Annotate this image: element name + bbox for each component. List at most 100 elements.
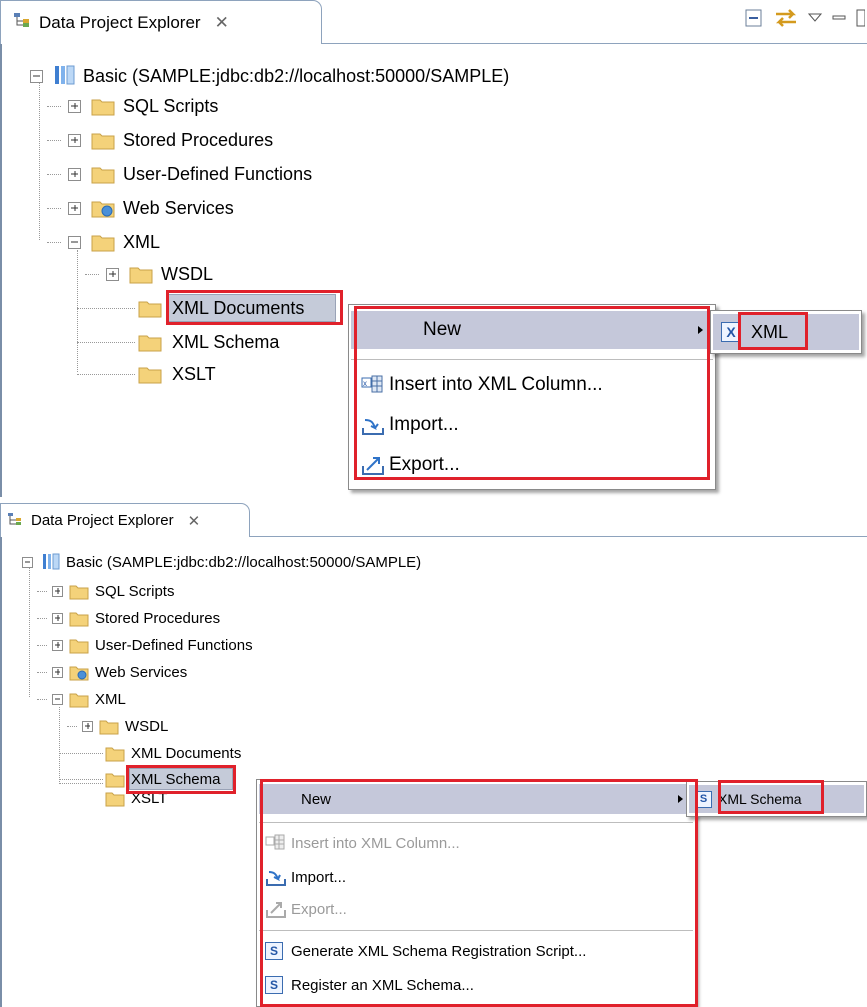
- expand-toggle[interactable]: [52, 666, 63, 678]
- tree-item-stored-procedures[interactable]: Stored Procedures: [52, 607, 220, 629]
- web-services-folder-icon: [91, 201, 115, 218]
- tree-item-user-defined-functions[interactable]: User-Defined Functions: [68, 160, 312, 188]
- submenu-item-xml-schema[interactable]: S XML Schema: [689, 785, 864, 813]
- tree-item-web-services[interactable]: Web Services: [52, 661, 187, 683]
- root-label: Basic (SAMPLE:jdbc:db2://localhost:50000…: [83, 65, 510, 86]
- tree-root[interactable]: Basic (SAMPLE:jdbc:db2://localhost:50000…: [22, 551, 421, 573]
- insert-xml-icon: [265, 834, 285, 850]
- folder-icon: [105, 773, 125, 787]
- folder-icon: [69, 693, 89, 707]
- tree-item-xslt[interactable]: XSLT: [138, 360, 216, 388]
- close-icon[interactable]: ✕: [188, 512, 201, 530]
- export-icon: [266, 902, 286, 918]
- expand-toggle[interactable]: [68, 133, 81, 147]
- folder-icon: [138, 301, 162, 318]
- bottom-explorer-tab[interactable]: Data Project Explorer ✕: [0, 503, 250, 537]
- svg-text:x: x: [363, 379, 367, 388]
- submenu-arrow-icon: [678, 795, 683, 803]
- menu-item-export[interactable]: Export...: [259, 894, 693, 924]
- tab-title: Data Project Explorer: [39, 12, 201, 32]
- folder-icon: [69, 612, 89, 626]
- menu-item-new[interactable]: New: [259, 784, 693, 814]
- xml-file-icon: X: [721, 322, 741, 342]
- menu-item-register-xml-schema[interactable]: S Register an XML Schema...: [259, 970, 693, 1000]
- database-icon: [43, 553, 60, 570]
- folder-icon: [91, 167, 115, 184]
- collapse-toggle[interactable]: [30, 69, 43, 83]
- tree-item-xml-schema[interactable]: XML Schema: [138, 328, 279, 356]
- import-icon: [266, 871, 286, 886]
- collapse-toggle[interactable]: [68, 235, 81, 249]
- close-icon[interactable]: ✕: [215, 13, 229, 33]
- folder-icon: [69, 585, 89, 599]
- maximize-icon[interactable]: [855, 8, 865, 28]
- menu-item-import[interactable]: Import...: [351, 407, 713, 443]
- menu-item-insert-xml[interactable]: x Insert into XML Column...: [351, 367, 713, 403]
- tree-item-user-defined-functions[interactable]: User-Defined Functions: [52, 634, 253, 656]
- tree-item-wsdl[interactable]: WSDL: [106, 260, 213, 288]
- folder-icon: [129, 267, 153, 284]
- context-menu: New Insert into XML Column... Import... …: [256, 779, 696, 1007]
- link-with-editor-icon[interactable]: [773, 6, 799, 30]
- tab-title: Data Project Explorer: [31, 512, 174, 529]
- database-icon: [55, 65, 75, 85]
- folder-icon: [91, 133, 115, 150]
- tree-item-wsdl[interactable]: WSDL: [82, 715, 168, 737]
- menu-item-export[interactable]: Export...: [351, 447, 713, 483]
- tree-item-xml-documents[interactable]: XML Documents: [138, 294, 304, 322]
- expand-toggle[interactable]: [52, 639, 63, 651]
- expand-toggle[interactable]: [68, 99, 81, 113]
- menu-item-generate-registration-script[interactable]: S Generate XML Schema Registration Scrip…: [259, 936, 693, 966]
- root-label: Basic (SAMPLE:jdbc:db2://localhost:50000…: [66, 553, 422, 571]
- web-services-folder-icon: [69, 666, 89, 680]
- menu-item-import[interactable]: Import...: [259, 862, 693, 892]
- export-icon: [362, 457, 384, 475]
- tree-item-stored-procedures[interactable]: Stored Procedures: [68, 126, 273, 154]
- folder-icon: [105, 792, 125, 806]
- folder-icon: [91, 235, 115, 252]
- top-tab-bar: Data Project Explorer ✕: [0, 0, 867, 44]
- folder-icon: [138, 367, 162, 384]
- expand-toggle[interactable]: [82, 720, 93, 732]
- collapse-all-icon[interactable]: [743, 7, 765, 29]
- tree-item-xml[interactable]: XML: [52, 688, 126, 710]
- collapse-toggle[interactable]: [22, 556, 33, 568]
- tree-item-web-services[interactable]: Web Services: [68, 194, 234, 222]
- schema-file-icon: S: [265, 976, 283, 994]
- schema-file-icon: S: [695, 790, 712, 808]
- top-explorer-tab[interactable]: Data Project Explorer ✕: [0, 0, 322, 44]
- tree-item-xslt[interactable]: XSLT: [105, 787, 167, 809]
- tree-root[interactable]: Basic (SAMPLE:jdbc:db2://localhost:50000…: [30, 62, 509, 90]
- tree-view-icon: [13, 12, 33, 33]
- minimize-icon[interactable]: [831, 10, 847, 26]
- submenu-arrow-icon: [698, 326, 703, 334]
- tree-item-sql-scripts[interactable]: SQL Scripts: [68, 92, 218, 120]
- view-menu-icon[interactable]: [807, 10, 823, 26]
- submenu: S XML Schema: [686, 781, 867, 817]
- expand-toggle[interactable]: [52, 612, 63, 624]
- expand-toggle[interactable]: [68, 201, 81, 215]
- view-toolbar: [743, 6, 865, 30]
- tree-view-icon: [7, 512, 25, 530]
- tree-item-xml[interactable]: XML: [68, 228, 160, 256]
- import-icon: [362, 419, 384, 435]
- tree-item-sql-scripts[interactable]: SQL Scripts: [52, 580, 174, 602]
- folder-icon: [138, 335, 162, 352]
- expand-toggle[interactable]: [52, 585, 63, 597]
- schema-file-icon: S: [265, 942, 283, 960]
- menu-item-new[interactable]: New: [351, 311, 713, 349]
- top-explorer-panel: Data Project Explorer ✕ Basic (SAMPLE:jd…: [0, 0, 867, 497]
- folder-icon: [69, 639, 89, 653]
- insert-xml-icon: x: [361, 375, 383, 393]
- collapse-toggle[interactable]: [52, 693, 63, 705]
- submenu: X XML: [710, 310, 862, 354]
- expand-toggle[interactable]: [68, 167, 81, 181]
- folder-icon: [91, 99, 115, 116]
- context-menu: New x Insert into XML Column... Import..…: [348, 304, 716, 490]
- submenu-item-xml[interactable]: X XML: [713, 314, 859, 350]
- tree-item-xml-documents[interactable]: XML Documents: [105, 742, 241, 764]
- folder-icon: [99, 720, 119, 734]
- menu-item-insert-xml[interactable]: Insert into XML Column...: [259, 828, 693, 858]
- bottom-tab-bar: Data Project Explorer ✕: [0, 503, 867, 537]
- expand-toggle[interactable]: [106, 267, 119, 281]
